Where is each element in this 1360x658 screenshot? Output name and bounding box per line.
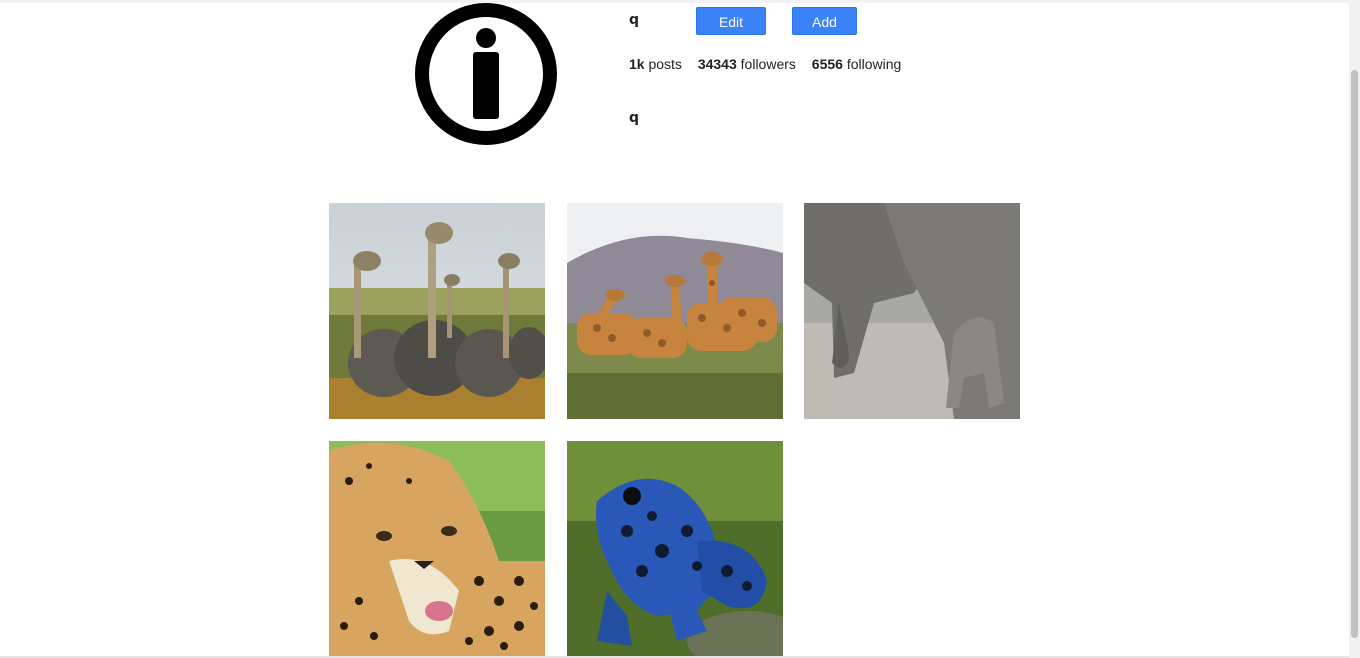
following-label: following bbox=[846, 56, 902, 72]
elephants-image bbox=[804, 203, 1020, 419]
edit-profile-button[interactable]: Edit Profile bbox=[696, 7, 766, 58]
followers-stat[interactable]: 34343 followers bbox=[698, 56, 796, 72]
post-giraffes[interactable] bbox=[567, 203, 783, 419]
profile-stats: 1k posts 34343 followers 6556 following bbox=[629, 56, 913, 72]
giraffes-image bbox=[567, 203, 783, 419]
following-count: 6556 bbox=[811, 56, 843, 72]
followers-label: followers bbox=[740, 56, 796, 72]
following-stat[interactable]: 6556 following bbox=[812, 56, 902, 72]
posts-label: posts bbox=[648, 56, 682, 72]
profile-bio: q bbox=[629, 110, 640, 126]
post-blue-frog[interactable] bbox=[567, 441, 783, 657]
profile-avatar bbox=[414, 2, 558, 146]
post-elephants[interactable] bbox=[804, 203, 1020, 419]
scrollbar-thumb[interactable] bbox=[1351, 70, 1358, 638]
vertical-scrollbar[interactable] bbox=[1349, 0, 1360, 658]
ostriches-image bbox=[329, 203, 545, 419]
post-cheetah[interactable] bbox=[329, 441, 545, 657]
profile-username: q bbox=[629, 12, 640, 28]
add-posts-button[interactable]: Add Posts bbox=[792, 7, 857, 58]
cheetah-image bbox=[329, 441, 545, 657]
posts-stat: 1k posts bbox=[629, 56, 682, 72]
posts-count: 1k bbox=[629, 56, 645, 72]
top-edge bbox=[0, 0, 1349, 3]
blue-frog-image bbox=[567, 441, 783, 657]
followers-count: 34343 bbox=[697, 56, 737, 72]
post-ostriches[interactable] bbox=[329, 203, 545, 419]
person-info-icon bbox=[415, 3, 557, 145]
